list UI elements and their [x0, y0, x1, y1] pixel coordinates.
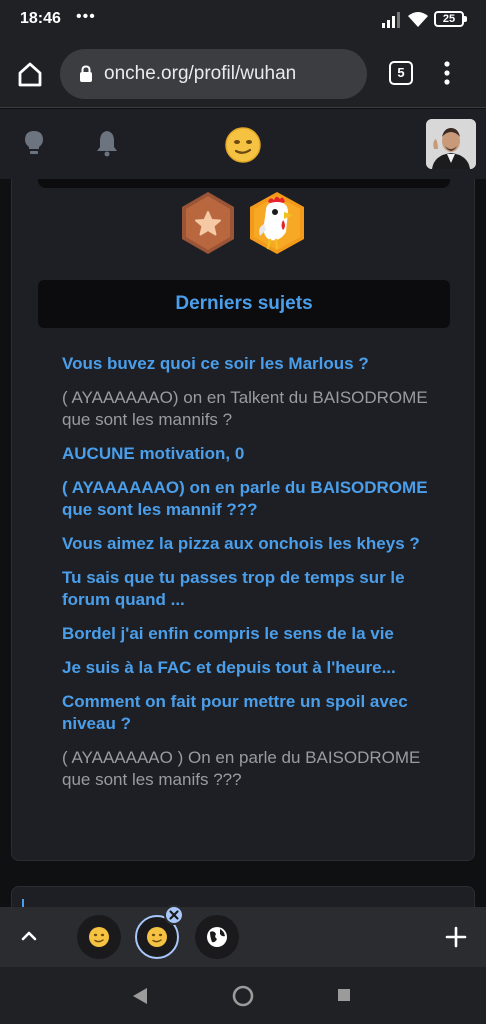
card-top-strip [38, 179, 450, 188]
home-circle-icon[interactable] [232, 985, 254, 1007]
recent-apps-icon[interactable] [337, 988, 351, 1002]
signal-icon [382, 12, 400, 28]
status-time: 18:46 [20, 10, 61, 27]
wifi-icon [408, 12, 428, 27]
page-content: Derniers sujets Vous buvez quoi ce soir … [0, 179, 486, 907]
bronze-star-badge-icon[interactable] [178, 190, 238, 256]
address-bar[interactable]: onche.org/profil/wuhan [60, 49, 367, 99]
topic-link[interactable]: ( AYAAAAAAO) on en parle du BAISODROME q… [62, 477, 442, 521]
topic-link[interactable]: Vous aimez la pizza aux onchois les khey… [62, 533, 442, 555]
bell-icon[interactable] [95, 129, 119, 157]
profile-card: Derniers sujets Vous buvez quoi ce soir … [11, 179, 475, 861]
url-text: onche.org/profil/wuhan [104, 63, 297, 84]
close-icon [169, 910, 179, 920]
topic-link[interactable]: ( AYAAAAAAO ) On en parle du BAISODROME … [62, 747, 442, 791]
chicken-badge-icon[interactable] [246, 190, 308, 256]
avatar[interactable] [426, 119, 476, 169]
topic-list: Vous buvez quoi ce soir les Marlous ? ( A… [62, 353, 442, 803]
notification-dots: ••• [76, 8, 96, 25]
new-tab-plus-icon[interactable] [444, 925, 468, 949]
tab-thumbnail[interactable] [195, 915, 239, 959]
system-nav-bar [0, 967, 486, 1024]
browser-toolbar: onche.org/profil/wuhan 5 [0, 40, 486, 108]
lightbulb-icon[interactable] [22, 129, 46, 157]
globe-icon [207, 927, 227, 947]
topic-link[interactable]: Comment on fait pour mettre un spoil ave… [62, 691, 442, 735]
battery-icon: 25 [434, 11, 467, 27]
section-title: Derniers sujets [38, 280, 450, 328]
tab-thumbnail[interactable] [77, 915, 121, 959]
smiley-favicon-icon [89, 927, 109, 947]
back-icon[interactable] [131, 986, 149, 1006]
tab-strip [0, 907, 486, 967]
topic-link[interactable]: Je suis à la FAC et depuis tout à l'heur… [62, 657, 442, 679]
onche-smiley-logo-icon[interactable] [224, 126, 262, 164]
home-icon[interactable] [14, 58, 46, 90]
next-card [11, 886, 475, 907]
tab-switcher-button[interactable]: 5 [389, 61, 413, 85]
site-header [0, 109, 486, 179]
topic-link[interactable]: Vous buvez quoi ce soir les Marlous ? [62, 353, 442, 375]
card-accent-bar [22, 899, 24, 907]
close-tab-icon[interactable] [164, 905, 184, 925]
avatar-photo [426, 119, 476, 169]
more-vert-icon[interactable] [443, 60, 451, 86]
chevron-up-icon[interactable] [18, 925, 40, 947]
topic-link[interactable]: Bordel j'ai enfin compris le sens de la … [62, 623, 442, 645]
topic-link[interactable]: AUCUNE motivation, 0 [62, 443, 442, 465]
status-bar: 18:46 ••• 25 [0, 0, 486, 40]
lock-icon [80, 65, 92, 82]
topic-link[interactable]: Tu sais que tu passes trop de temps sur … [62, 567, 442, 611]
topic-link[interactable]: ( AYAAAAAAO) on en Talkent du BAISODROME… [62, 387, 442, 431]
